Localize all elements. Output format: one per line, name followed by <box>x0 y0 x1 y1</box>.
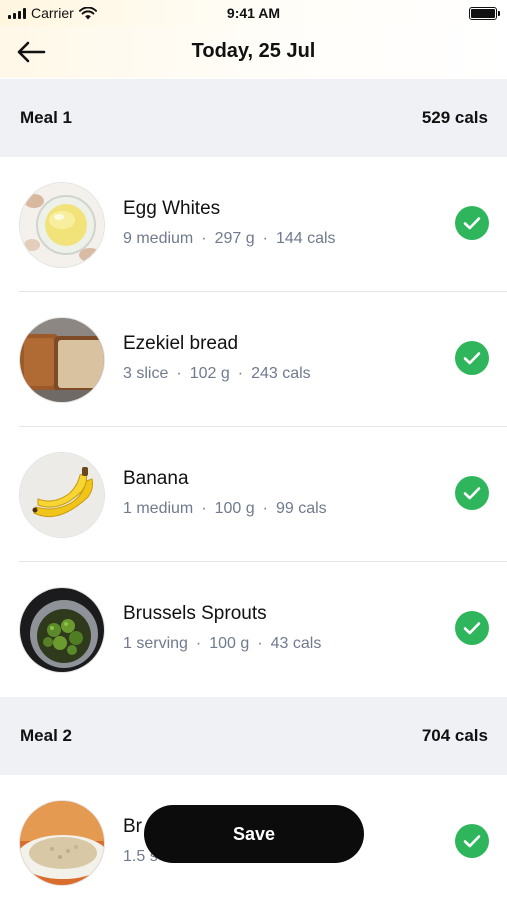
meal-header: Meal 1 529 cals <box>0 79 507 157</box>
food-name: Br <box>123 816 142 837</box>
brussels-sprouts-image <box>19 587 105 673</box>
banana-image <box>19 452 105 538</box>
meal-cals: 704 cals <box>421 726 488 745</box>
meal-header: Meal 2 704 cals <box>0 697 507 775</box>
food-quantity: 9 medium <box>123 230 194 247</box>
separator-dot: · <box>262 500 268 517</box>
food-meta: 3 slice · 102 g · 243 cals <box>123 365 311 383</box>
food-meta: 1 medium · 100 g · 99 cals <box>123 500 327 518</box>
separator-dot: · <box>201 230 207 247</box>
checked-icon[interactable] <box>455 476 489 510</box>
meal-title: Meal 1 <box>20 108 72 127</box>
food-meta: 9 medium · 297 g · 144 cals <box>123 230 336 248</box>
food-name: Brussels Sprouts <box>123 603 267 624</box>
food-weight: 297 g <box>214 230 255 247</box>
food-item-egg-whites[interactable]: Egg Whites 9 medium · 297 g · 144 cals <box>0 157 507 292</box>
separator-dot: · <box>201 500 207 517</box>
meal-title: Meal 2 <box>20 726 72 745</box>
nav-bar: Today, 25 Jul <box>0 26 507 78</box>
bread-image <box>19 317 105 403</box>
save-button[interactable]: Save <box>144 805 364 863</box>
checked-icon[interactable] <box>455 341 489 375</box>
food-calories: 99 cals <box>275 500 327 517</box>
food-item-ezekiel-bread[interactable]: Ezekiel bread 3 slice · 102 g · 243 cals <box>0 292 507 427</box>
meal-cals: 529 cals <box>421 108 488 127</box>
food-meta: 1 serving · 100 g · 43 cals <box>123 635 321 653</box>
egg-whites-image <box>19 182 105 268</box>
rice-image <box>19 800 105 886</box>
food-calories: 43 cals <box>270 635 322 652</box>
page-title: Today, 25 Jul <box>191 40 316 62</box>
food-name: Ezekiel bread <box>123 333 239 354</box>
status-bar: Carrier 9:41 AM <box>0 0 507 26</box>
food-name: Banana <box>123 468 189 489</box>
food-item-banana[interactable]: Banana 1 medium · 100 g · 99 cals <box>0 427 507 562</box>
separator-dot: · <box>262 230 268 247</box>
food-item-brussels-sprouts[interactable]: Brussels Sprouts 1 serving · 100 g · 43 cals <box>0 562 507 697</box>
food-quantity: 1 serving <box>123 635 188 652</box>
battery-icon <box>469 7 500 20</box>
checked-icon[interactable] <box>455 611 489 645</box>
separator-dot: · <box>195 635 202 652</box>
checked-icon[interactable] <box>455 206 489 240</box>
food-weight: 102 g <box>189 365 230 382</box>
food-weight: 100 g <box>209 635 250 652</box>
food-calories: 144 cals <box>275 230 336 247</box>
separator-dot: · <box>257 635 263 652</box>
separator-dot: · <box>176 365 182 382</box>
food-quantity: 1 medium <box>123 500 194 517</box>
separator-dot: · <box>237 365 244 382</box>
checked-icon[interactable] <box>455 824 489 858</box>
food-weight: 100 g <box>214 500 255 517</box>
food-quantity: 3 slice <box>123 365 169 382</box>
food-name: Egg Whites <box>123 198 221 219</box>
status-time: 9:41 AM <box>226 5 281 21</box>
food-calories: 243 cals <box>251 365 311 382</box>
